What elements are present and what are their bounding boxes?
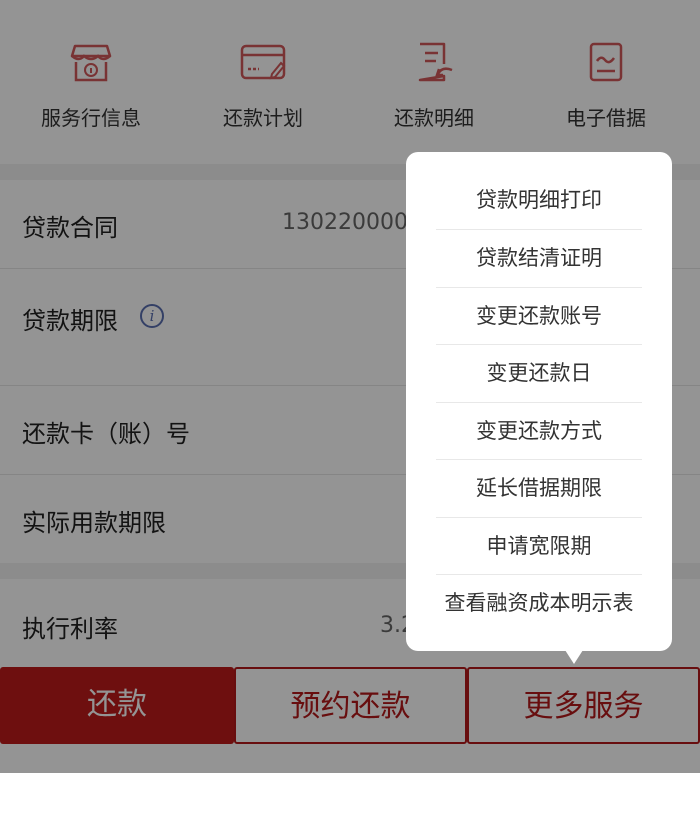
more-services-menu: 贷款明细打印 贷款结清证明 变更还款账号 变更还款日 变更还款方式 延长借据期限… [406, 152, 672, 651]
menu-item-change-repay-date[interactable]: 变更还款日 [436, 345, 642, 402]
menu-item-financing-cost-disclosure[interactable]: 查看融资成本明示表 [436, 575, 642, 632]
menu-item-settlement-certificate[interactable]: 贷款结清证明 [436, 230, 642, 287]
menu-item-change-repay-method[interactable]: 变更还款方式 [436, 403, 642, 460]
menu-item-apply-grace-period[interactable]: 申请宽限期 [436, 518, 642, 575]
menu-pointer-arrow [565, 650, 583, 664]
menu-item-change-repay-account[interactable]: 变更还款账号 [436, 288, 642, 345]
menu-item-print-loan-detail[interactable]: 贷款明细打印 [436, 172, 642, 229]
menu-item-extend-iou-term[interactable]: 延长借据期限 [436, 460, 642, 517]
